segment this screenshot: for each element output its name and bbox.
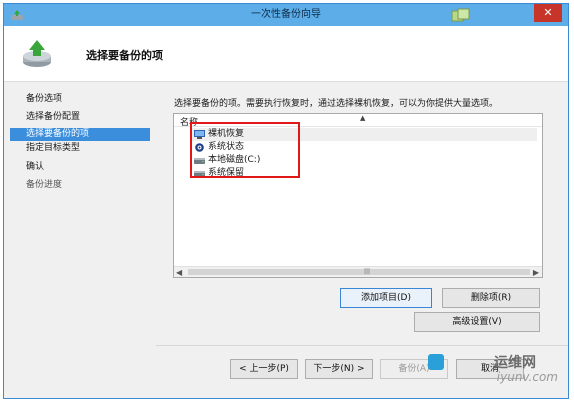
step-destination-type[interactable]: 指定目标类型: [10, 142, 150, 155]
remove-item-button[interactable]: 删除项(R): [442, 288, 540, 308]
footer-divider: [156, 345, 568, 346]
wizard-steps: 备份选项 选择备份配置 选择要备份的项 指定目标类型 确认 备份进度: [4, 83, 156, 398]
scroll-left-icon[interactable]: ◀: [176, 268, 182, 277]
page-title: 选择要备份的项: [86, 49, 163, 62]
add-item-button[interactable]: 添加项目(D): [340, 288, 432, 308]
watermark-site-name: 运维网: [494, 355, 536, 371]
scroll-right-icon[interactable]: ▶: [533, 268, 539, 277]
step-confirmation[interactable]: 确认: [10, 161, 150, 174]
advanced-settings-button[interactable]: 高级设置(V): [414, 312, 540, 332]
previous-button[interactable]: < 上一步(P): [230, 359, 298, 379]
watermark-logo-icon: [428, 354, 444, 370]
sort-up-icon: ▲: [360, 114, 366, 122]
window-title: 一次性备份向导: [251, 9, 321, 20]
horizontal-scrollbar[interactable]: ◀ ||| ▶: [174, 266, 542, 277]
close-button[interactable]: ✕: [534, 4, 562, 22]
scrollbar-thumb[interactable]: |||: [188, 269, 530, 275]
scroll-grip-icon: |||: [364, 268, 371, 275]
watermark-url: iyunv.com: [496, 370, 558, 384]
annotation-highlight-box: [190, 122, 300, 178]
next-button[interactable]: 下一步(N) >: [305, 359, 373, 379]
site-watermark: 运维网 iyunv.com: [408, 352, 558, 392]
title-bar[interactable]: 一次性备份向导 ✕: [4, 4, 568, 26]
backup-wizard-icon: [23, 40, 51, 67]
wizard-window: 一次性备份向导 ✕ 选择要备份的项 备份选项 选择备份配置 选择要备份的项 指定…: [3, 3, 569, 399]
instruction-text: 选择要备份的项。需要执行恢复时，通过选择裸机恢复，可以为你提供大量选项。: [174, 99, 499, 109]
step-backup-progress[interactable]: 备份进度: [10, 179, 150, 192]
wizard-header: 选择要备份的项: [4, 26, 568, 82]
windows-overlay-icon: [451, 8, 470, 22]
step-backup-options[interactable]: 备份选项: [10, 93, 150, 106]
step-select-items[interactable]: 选择要备份的项: [10, 128, 150, 141]
step-backup-configuration[interactable]: 选择备份配置: [10, 111, 150, 124]
